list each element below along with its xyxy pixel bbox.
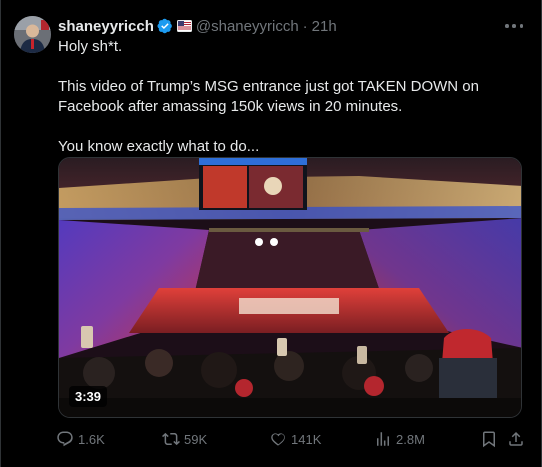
display-name[interactable]: shaneyyricch: [58, 18, 154, 35]
bookmark-button[interactable]: [480, 428, 502, 450]
views-button[interactable]: 2.8M: [374, 428, 425, 450]
reply-count: 1.6K: [78, 431, 105, 447]
reply-icon: [57, 431, 73, 447]
views-icon: [377, 432, 389, 446]
retweet-count: 59K: [184, 431, 208, 447]
video-player[interactable]: 3:39: [58, 157, 522, 418]
tweet-header: shaneyyricch @shaneyyricch · 21h: [58, 16, 337, 36]
video-thumbnail: [59, 158, 521, 417]
tweet-line-3: You know exactly what to do...: [58, 138, 260, 155]
tweet-line-1: Holy sh*t.: [58, 38, 123, 55]
views-count: 2.8M: [396, 431, 425, 447]
tweet-text: Holy sh*t. This video of Trump’s MSG ent…: [58, 37, 528, 157]
more-icon[interactable]: [505, 18, 523, 34]
video-duration: 3:39: [69, 386, 108, 407]
bookmark-icon: [483, 431, 495, 448]
separator-dot: ·: [302, 17, 308, 35]
retweet-button[interactable]: 59K: [162, 428, 207, 450]
retweet-icon: [162, 432, 180, 446]
like-button[interactable]: 141K: [269, 428, 321, 450]
share-icon: [509, 431, 523, 446]
like-icon: [271, 433, 285, 446]
avatar[interactable]: [14, 16, 51, 53]
share-button[interactable]: [507, 428, 529, 450]
timestamp[interactable]: 21h: [312, 18, 337, 35]
tweet[interactable]: shaneyyricch @shaneyyricch · 21h Holy sh…: [0, 0, 542, 467]
tweet-line-2: This video of Trump’s MSG entrance just …: [58, 78, 479, 115]
action-bar: 1.6K 59K 141K 2.8M: [56, 428, 526, 450]
avatar-image: [14, 16, 51, 53]
reply-button[interactable]: 1.6K: [56, 428, 105, 450]
handle[interactable]: @shaneyyricch: [196, 18, 299, 35]
like-count: 141K: [291, 431, 322, 447]
flag-icon: [176, 20, 192, 32]
verified-badge-icon: [157, 18, 172, 34]
